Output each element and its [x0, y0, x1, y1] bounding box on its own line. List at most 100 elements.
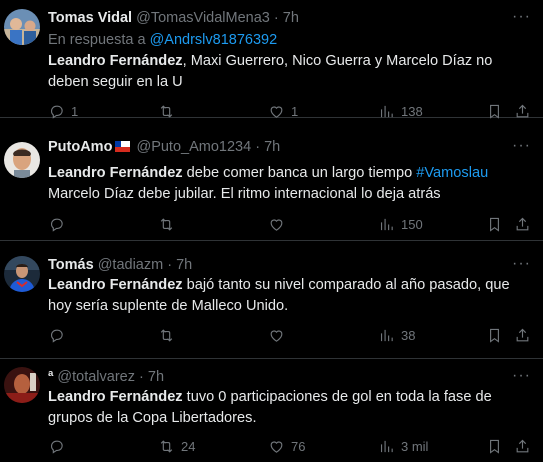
reply-button[interactable]	[48, 325, 71, 345]
views-icon	[378, 327, 395, 344]
mention-name: Leandro Fernández	[48, 165, 183, 181]
like-button[interactable]	[268, 325, 291, 345]
reply-icon	[48, 103, 65, 120]
retweet-count: 24	[181, 438, 196, 454]
timestamp[interactable]: 7h	[264, 139, 280, 155]
bookmark-icon	[486, 438, 503, 455]
view-count: 3 mil	[401, 438, 429, 454]
retweet-button[interactable]	[158, 325, 181, 345]
avatar[interactable]	[4, 367, 40, 403]
retweet-button[interactable]: 24	[158, 436, 195, 456]
avatar[interactable]	[4, 256, 40, 292]
more-icon[interactable]: ···	[512, 8, 531, 26]
handle[interactable]: @Puto_Amo1234	[136, 139, 251, 155]
reply-button[interactable]	[48, 436, 71, 456]
tweet[interactable]: PutoAmo @Puto_Amo1234 · 7h ··· Leandro F…	[0, 129, 543, 241]
tweet[interactable]: Tomas Vidal @TomasVidalMena3 · 7h ··· En…	[0, 0, 543, 121]
share-button[interactable]	[514, 436, 531, 456]
reply-icon	[48, 438, 65, 455]
text-body: debe comer banca un largo tiempo	[182, 165, 417, 181]
avatar[interactable]	[4, 9, 40, 45]
retweet-icon	[158, 103, 175, 120]
like-button[interactable]: 1	[268, 101, 298, 121]
share-icon	[514, 438, 531, 455]
action-bar: 150	[48, 214, 530, 234]
mention-name: Leandro Fernández	[48, 277, 183, 293]
reply-count: 1	[71, 103, 79, 119]
handle[interactable]: @TomasVidalMena3	[136, 10, 270, 26]
heart-icon	[268, 103, 285, 120]
mention-name: Leandro Fernández	[48, 53, 183, 69]
like-count: 1	[291, 103, 299, 119]
reply-to-link[interactable]: @Andrslv81876392	[150, 32, 278, 48]
display-name[interactable]: ª	[48, 369, 53, 385]
bookmark-icon	[486, 103, 503, 120]
share-button[interactable]	[514, 214, 531, 234]
heart-icon	[268, 327, 285, 344]
mention-name: Leandro Fernández	[48, 389, 183, 405]
tweet-header: PutoAmo @Puto_Amo1234 · 7h	[48, 139, 280, 155]
reply-prefix: En respuesta a	[48, 32, 146, 48]
separator: ·	[255, 139, 261, 155]
heart-icon	[268, 216, 285, 233]
views-icon	[378, 103, 395, 120]
tweet-text: Leandro Fernández bajó tanto su nivel co…	[48, 275, 510, 317]
action-bar: 1 1 138	[48, 101, 530, 121]
reply-context: En respuesta a @Andrslv81876392	[48, 32, 277, 48]
retweet-icon	[158, 438, 175, 455]
bookmark-button[interactable]	[486, 325, 503, 345]
bookmark-button[interactable]	[486, 436, 503, 456]
views-icon	[378, 438, 395, 455]
views-button[interactable]: 138	[378, 101, 423, 121]
views-button[interactable]: 38	[378, 325, 415, 345]
handle[interactable]: @totalvarez	[57, 369, 135, 385]
chile-flag-icon	[115, 141, 131, 152]
more-icon[interactable]: ···	[512, 367, 531, 385]
reply-icon	[48, 327, 65, 344]
action-bar: 38	[48, 325, 530, 345]
hashtag-link[interactable]: #Vamoslau	[416, 165, 488, 181]
timestamp[interactable]: 7h	[283, 10, 299, 26]
more-icon[interactable]: ···	[512, 255, 531, 273]
tweet[interactable]: ª @totalvarez · 7h ··· Leandro Fernández…	[0, 359, 543, 462]
view-count: 38	[401, 327, 416, 343]
heart-icon	[268, 438, 285, 455]
display-name[interactable]: Tomás	[48, 257, 94, 273]
action-bar: 24 76 3 mil	[48, 436, 530, 456]
like-button[interactable]: 76	[268, 436, 305, 456]
avatar[interactable]	[4, 142, 40, 178]
bookmark-icon	[486, 216, 503, 233]
bookmark-button[interactable]	[486, 101, 503, 121]
display-name[interactable]: PutoAmo	[48, 139, 112, 155]
timestamp[interactable]: 7h	[148, 369, 164, 385]
text-line-2: Marcelo Díaz debe jubilar. El ritmo inte…	[48, 186, 441, 202]
retweet-icon	[158, 327, 175, 344]
tweet-text: Leandro Fernández tuvo 0 participaciones…	[48, 387, 528, 429]
reply-button[interactable]	[48, 214, 71, 234]
bookmark-button[interactable]	[486, 214, 503, 234]
tweet-text: Leandro Fernández debe comer banca un la…	[48, 163, 528, 205]
share-button[interactable]	[514, 325, 531, 345]
views-button[interactable]: 150	[378, 214, 423, 234]
retweet-button[interactable]	[158, 101, 181, 121]
share-icon	[514, 103, 531, 120]
tweet-header: Tomas Vidal @TomasVidalMena3 · 7h	[48, 10, 299, 26]
bookmark-icon	[486, 327, 503, 344]
like-button[interactable]	[268, 214, 291, 234]
like-count: 76	[291, 438, 306, 454]
handle[interactable]: @tadiazm	[98, 257, 164, 273]
view-count: 150	[401, 216, 423, 232]
views-button[interactable]: 3 mil	[378, 436, 428, 456]
views-icon	[378, 216, 395, 233]
tweet[interactable]: Tomás @tadiazm · 7h ··· Leandro Fernánde…	[0, 247, 543, 359]
share-button[interactable]	[514, 101, 531, 121]
display-name[interactable]: Tomas Vidal	[48, 10, 132, 26]
timestamp[interactable]: 7h	[176, 257, 192, 273]
separator: ·	[273, 10, 279, 26]
reply-button[interactable]: 1	[48, 101, 78, 121]
more-icon[interactable]: ···	[512, 137, 531, 155]
tweet-header: ª @totalvarez · 7h	[48, 369, 164, 385]
view-count: 138	[401, 103, 423, 119]
retweet-icon	[158, 216, 175, 233]
retweet-button[interactable]	[158, 214, 181, 234]
